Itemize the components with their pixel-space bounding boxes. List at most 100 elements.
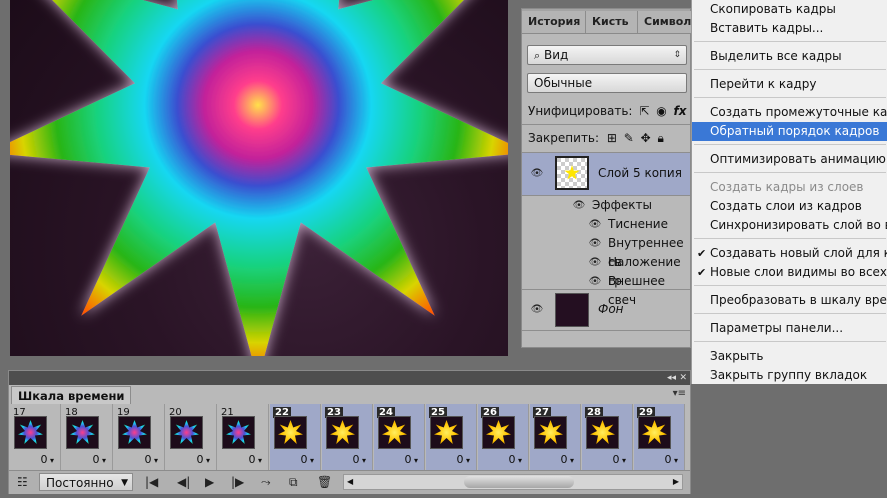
star-shape [10,0,508,356]
blend-mode-select[interactable]: Обычные [527,73,687,93]
duplicate-frame-icon[interactable]: ⧉ [289,475,298,489]
lock-move-icon[interactable]: ✥ [641,131,651,145]
menu-item: Создать кадры из слоев [692,178,887,197]
animation-frame[interactable]: 21 0 [218,404,269,470]
frame-delay[interactable]: 0 [456,453,470,466]
frame-delay[interactable]: 0 [248,453,262,466]
animation-frame[interactable]: 29 0 [634,404,685,470]
effect-row[interactable]: 👁︎ Тиснение [522,215,690,234]
animation-frame[interactable]: 26 0 [478,404,529,470]
next-frame-icon[interactable]: |▶ [231,475,244,489]
layer-thumbnail [555,156,589,190]
frame-delay[interactable]: 0 [664,453,678,466]
menu-item[interactable]: Закрыть [692,347,887,366]
animation-frame[interactable]: 18 0 [62,404,113,470]
animation-frame[interactable]: 19 0 [114,404,165,470]
animation-frame[interactable]: 27 0 [530,404,581,470]
eye-icon[interactable]: 👁︎ [530,169,544,179]
menu-item[interactable]: Перейти к кадру [692,75,887,94]
scroll-right-icon[interactable]: ▶ [673,475,679,489]
menu-item[interactable]: Закрыть группу вкладок [692,366,887,384]
frame-delay[interactable]: 0 [92,453,106,466]
menu-item-label: Создать промежуточные кадры... [710,105,887,119]
menu-item[interactable]: Вставить кадры... [692,19,887,38]
panel-menu-icon[interactable]: ▾≡ [673,388,686,399]
menu-item-label: Скопировать кадры [710,2,836,16]
menu-item[interactable]: Скопировать кадры [692,0,887,19]
unify-visibility-icon[interactable]: ◉ [656,104,666,118]
effect-row[interactable]: 👁︎ Наложение гр [522,253,690,288]
unify-row: Унифицировать: ⇱ ◉ fx [522,102,690,120]
animation-frame[interactable]: 24 0 [374,404,425,470]
layer-row[interactable]: 👁︎ Фон [522,290,690,330]
animation-frame[interactable]: 28 0 [582,404,633,470]
effect-row[interactable]: 👁︎ Внутреннее св [522,234,690,269]
animation-frame[interactable]: 25 0 [426,404,477,470]
animation-frame[interactable]: 23 0 [322,404,373,470]
effects-row[interactable]: 👁︎ Эффекты [522,196,690,215]
menu-item[interactable]: Выделить все кадры [692,47,887,66]
frame-delay[interactable]: 0 [404,453,418,466]
animation-frame[interactable]: 20 0 [166,404,217,470]
frame-delay[interactable]: 0 [40,453,54,466]
lock-transparency-icon[interactable]: ⊞ [607,131,617,145]
frame-delay[interactable]: 0 [560,453,574,466]
animation-frame[interactable]: 22 0 [270,404,321,470]
animation-frame[interactable]: 17 0 [10,404,61,470]
frame-thumbnail [534,416,567,449]
scroll-left-icon[interactable]: ◀ [347,475,353,489]
tween-icon[interactable]: ⤳ [261,475,271,489]
close-icon[interactable]: ✕ [679,371,687,385]
layer-name: Слой 5 копия [598,166,682,180]
menu-item[interactable]: Параметры панели... [692,319,887,338]
eye-icon[interactable]: 👁︎ [530,305,544,315]
frame-thumbnail [326,416,359,449]
menu-item-label: Оптимизировать анимацию... [710,152,887,166]
tab-brush[interactable]: Кисть [586,11,638,33]
trash-icon[interactable]: 🗑︎ [317,475,332,489]
unify-style-icon[interactable]: fx [674,104,687,118]
play-icon[interactable]: ▶ [205,475,214,489]
unify-position-icon[interactable]: ⇱ [639,104,649,118]
first-frame-icon[interactable]: |◀ [145,475,158,489]
menu-item-label: Параметры панели... [710,321,844,335]
menu-item[interactable]: Оптимизировать анимацию... [692,150,887,169]
search-icon: ⌕ [534,49,541,62]
eye-icon[interactable]: 👁︎ [588,258,602,268]
horizontal-scrollbar[interactable]: ◀ ▶ [343,474,683,490]
frame-delay[interactable]: 0 [508,453,522,466]
tab-history[interactable]: История [522,11,586,33]
convert-timeline-icon[interactable]: ☷ [17,475,28,489]
frame-delay[interactable]: 0 [612,453,626,466]
menu-item[interactable]: Создать слои из кадров [692,197,887,216]
frame-delay[interactable]: 0 [300,453,314,466]
loop-select[interactable]: Постоянно ▼ [39,473,133,491]
frame-thumbnail [378,416,411,449]
tab-character[interactable]: Символ [638,11,692,33]
previous-frame-icon[interactable]: ◀| [177,475,190,489]
layer-row-selected[interactable]: 👁︎ Слой 5 копия [522,153,690,195]
menu-item[interactable]: ✔Новые слои видимы во всех кад [692,263,887,282]
eye-icon[interactable]: 👁︎ [588,239,602,249]
frame-delay[interactable]: 0 [352,453,366,466]
effects-label: Эффекты [592,198,652,212]
menu-item[interactable]: Синхронизировать слой во всех [692,216,887,235]
eye-icon[interactable]: 👁︎ [588,277,602,287]
tab-timeline[interactable]: Шкала времени [11,386,132,404]
menu-item[interactable]: Обратный порядок кадров [692,122,887,141]
loop-select-label: Постоянно [46,476,114,490]
document-canvas[interactable] [10,0,508,356]
menu-item[interactable]: Создать промежуточные кадры... [692,103,887,122]
menu-item[interactable]: ✔Создавать новый слой для кажд [692,244,887,263]
eye-icon[interactable]: 👁︎ [588,220,602,230]
lock-all-icon[interactable]: 🔒︎ [658,131,664,145]
collapse-icon[interactable]: ◂◂ [667,371,676,385]
eye-icon[interactable]: 👁︎ [572,201,586,211]
unify-label: Унифицировать: [528,104,633,118]
layer-filter-select[interactable]: ⌕ Вид ⇕ [527,45,687,65]
frame-delay[interactable]: 0 [196,453,210,466]
scrollbar-thumb[interactable] [464,476,574,488]
lock-brush-icon[interactable]: ✎ [624,131,634,145]
frame-delay[interactable]: 0 [144,453,158,466]
menu-item[interactable]: Преобразовать в шкалу времени [692,291,887,310]
